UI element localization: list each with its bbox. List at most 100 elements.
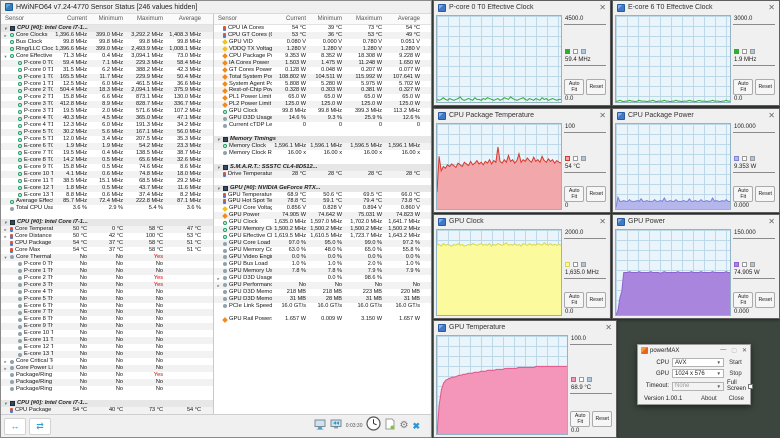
graph-titlebar[interactable]: GPU Power ✕ [613,215,779,228]
gpu-resolution-select[interactable]: 1024 x 576 ▼ [672,369,724,378]
sensor-row[interactable]: P-core 0 Thermal Thr... No No No [1,261,213,268]
timeout-select[interactable]: None ▼ [672,381,724,391]
sensor-row[interactable]: Rest-of-Chip Power 0.328 W 0.303 W 0.381 W 0… [214,87,431,95]
report-icon[interactable] [385,417,395,435]
collapse-icon[interactable]: ▾ [216,136,221,143]
auto-fit-button[interactable]: Auto Fit [564,292,585,308]
sensor-row[interactable]: E-core 8 T0 Effective ... 14.2 MHz 0.5 MHz… [1,156,213,164]
sensor-row[interactable]: GPU Memory Usage 7.8 % 7.8 % 7.9 % 7.9 % [214,267,431,275]
sensor-row[interactable]: GPU Temperature 68.9 °C 50.6 °C 69.5 °C 66.0… [214,192,431,199]
sensor-row[interactable]: ▸ GPU Performance Limiters No No No No [214,281,431,289]
auto-fit-button[interactable]: Auto Fit [733,186,754,202]
graph-max-value[interactable]: 150.000 [733,229,775,239]
collapse-icon[interactable]: ▾ [3,219,8,226]
fullscreen-checkbox[interactable] [748,383,754,389]
sensor-row[interactable]: CPU Package 54 °C 37 °C 58 °C 51 °C [1,240,213,247]
reset-button[interactable]: Reset [586,292,606,308]
sensor-row[interactable]: P-core 1 T0 Effective ... 165.5 MHz 11.7 M… [1,73,213,81]
swap-columns-button[interactable]: ⇄ [29,417,51,435]
sensor-row[interactable]: PL2 Power Limit 125.0 W 125.0 W 125.0 W 125.… [214,101,431,109]
expand-icon[interactable]: ▸ [3,358,8,365]
sensor-row[interactable]: E-core 11 Thermal Th... No No No [1,337,213,345]
sensor-row[interactable]: P-core 3 T1 Effective ... 19.5 MHz 2.0 MHz… [1,108,213,115]
powermax-titlebar[interactable]: powerMAX — ▢ ✕ [638,345,750,356]
sensor-row[interactable]: P-core 0 T0 Effective ... 59.4 MHz 7.1 MHz… [1,59,213,67]
sensor-row[interactable]: ▸ Core Clocks 1,396.6 MHz 399.0 MHz 3,292.2 … [1,31,213,39]
sensor-row[interactable]: CPU GT Cores (Graphics) 53 °C 36 °C 53 °C 49… [214,31,431,39]
sensor-group-header[interactable]: ▾ S.M.A.R.T.: SSSTC CL4-8D512... [214,164,431,171]
sensor-row[interactable]: Current cTDP Level 0 0 0 0 [214,122,431,129]
sensor-row[interactable]: E-core 9 T0 Effective ... 15.8 MHz 0.5 MHz… [1,164,213,171]
graph-color-swatches[interactable] [734,262,775,268]
graph-window-gpu-clock[interactable]: GPU Clock ✕ 2000.0 1,635.0 MHz Auto Fit … [433,214,611,319]
sensor-row[interactable]: ▾ Core Effective Clocks 71.3 MHz 0.4 MHz 3,0… [1,53,213,60]
reset-button[interactable]: Reset [586,79,606,95]
graph-window-cpu-package-power[interactable]: CPU Package Power ✕ 100.000 9.353 W Auto… [612,108,780,213]
sensor-row[interactable]: Package/Ring Critical Te... No No No [1,378,213,386]
col-current[interactable]: Current [272,16,308,22]
expand-icon[interactable]: ▸ [3,233,8,240]
collapse-icon[interactable]: ▾ [3,400,8,407]
sensor-row[interactable]: ▸ GPU D3D Usages 0.0 % 98.6 % [214,275,431,282]
hwinfo-titlebar[interactable]: HWiNFO64 v7.24-4770 Sensor Status [246 v… [1,1,431,14]
sensor-row[interactable]: GPU Effective Clock1,619.5 MHz 1,610.5 MH… [214,233,431,240]
sensor-row[interactable]: GPU D3D Memory Dedicated 218 MB 218 MB 223 … [214,289,431,296]
close-icon[interactable]: ✕ [768,217,775,226]
sensor-row[interactable]: P-core 1 T1 Effective ... 12.5 MHz 6.0 MHz… [1,81,213,88]
sensor-row[interactable]: E-core 12 T0 Effectiv... 1.8 MHz 0.5 MHz 43… [1,184,213,192]
graph-min-value[interactable]: 0.000 [733,308,775,316]
sensor-row[interactable]: CPU Package Temperature 54 °C 40 °C 73 °C 54… [1,406,213,414]
graph-color-swatches[interactable] [565,156,606,162]
sensor-row[interactable]: GPU Bus Load 1.0 % 1.0 % 2.0 % 1.0 % [214,261,431,268]
expand-icon[interactable]: ▸ [3,365,8,372]
reset-button[interactable]: Reset [592,411,612,427]
sensor-row[interactable]: Bus Clock 99.8 MHz 99.8 MHz 99.8 MHz 99.8 MH… [1,39,213,46]
graph-titlebar[interactable]: GPU Temperature ✕ [434,321,616,334]
sensor-row[interactable]: E-core 7 Thermal Thr... No No No [1,309,213,317]
graph-titlebar[interactable]: CPU Package Power ✕ [613,109,779,122]
sensor-list-right[interactable]: CPU IA Cores 54 °C 39 °C 73 °C 54 °C CPU GT C… [214,25,431,414]
sensor-row[interactable]: P-core 2 Thermal Thr... No No Yes [1,275,213,282]
sensor-row[interactable]: ▸ Core Power Limit Exc... No No No [1,364,213,372]
sensor-row[interactable]: GPU Clock 99.8 MHz 99.8 MHz 399.3 MHz 113.2 … [214,108,431,115]
col-sensor[interactable]: Sensor [1,16,53,22]
sensor-row[interactable]: GPU Core Voltage 0.856 V 0.828 V 0.894 V 0.8… [214,205,431,212]
reset-button[interactable]: Reset [755,186,775,202]
shrink-columns-button[interactable]: ↔ [4,417,26,435]
expand-icon[interactable]: ▸ [3,226,8,233]
sensor-row[interactable]: P-core 5 T1 Effective ... 12.0 MHz 3.4 MHz… [1,136,213,143]
sensor-group-header[interactable]: ▾ Memory Timings [214,136,431,143]
settings-gear-icon[interactable]: ⚙ [399,421,408,431]
close-icon[interactable]: ✕ [742,347,747,354]
graph-max-value[interactable]: 3000.0 [733,15,775,25]
col-average[interactable]: Average [165,16,203,22]
close-sensors-icon[interactable]: ✖ [412,421,420,431]
sensor-row[interactable]: P-core 2 T1 Effective ... 15.8 MHz 6.6 MHz… [1,94,213,101]
auto-fit-button[interactable]: Auto Fit [733,292,754,308]
sensor-row[interactable]: PL1 Power Limit 65.0 W 65.0 W 65.0 W 65.0 W [214,94,431,101]
expand-icon[interactable]: ▾ [3,53,8,60]
sensor-row[interactable]: ▸ Core Critical Tempera... No No No [1,358,213,365]
sensor-group-header[interactable]: ▾ CPU [#0]: Intel Core i7-1... [1,400,213,407]
graph-titlebar[interactable]: E-core 6 T0 Effective Clock ✕ [613,1,779,14]
graph-window-pcore0-t0-effective-clock[interactable]: P-core 0 T0 Effective Clock ✕ 4500.0 59.… [433,0,611,106]
collapse-icon[interactable]: ▾ [216,164,221,171]
cpu-test-select[interactable]: AVX ▼ [672,358,724,367]
col-minimum[interactable]: Minimum [308,16,344,22]
col-maximum[interactable]: Maximum [344,16,384,22]
stop-button[interactable]: Stop [727,371,744,377]
close-icon[interactable]: ✕ [599,3,606,12]
graph-color-swatches[interactable] [734,156,775,162]
sensor-row[interactable]: E-core 11 T0 Effectiv... 38.5 MHz 15.1 MHz… [1,178,213,185]
sensor-row[interactable]: P-core 4 Thermal Thr... No No No [1,289,213,296]
sensor-group-header[interactable]: ▾ GPU [#0]: NVIDIA GeForce RTX... [214,185,431,192]
graph-window-gpu-power[interactable]: GPU Power ✕ 150.000 74.905 W Auto Fit Re… [612,214,780,319]
powermax-window[interactable]: powerMAX — ▢ ✕ CPU AVX ▼ Start GPU 1024 x… [637,344,754,405]
graph-max-value[interactable]: 100.000 [733,123,775,133]
column-headers[interactable]: Sensor Current Minimum Maximum Average [1,14,213,25]
reset-button[interactable]: Reset [755,79,775,95]
start-button[interactable]: Start [727,360,744,366]
sensor-row[interactable]: E-core 6 Thermal Thr... No No No [1,303,213,310]
sensor-row[interactable]: GPU Core Load 97.0 % 95.0 % 99.0 % 97.2 % [214,240,431,247]
close-icon[interactable]: ✕ [768,111,775,120]
